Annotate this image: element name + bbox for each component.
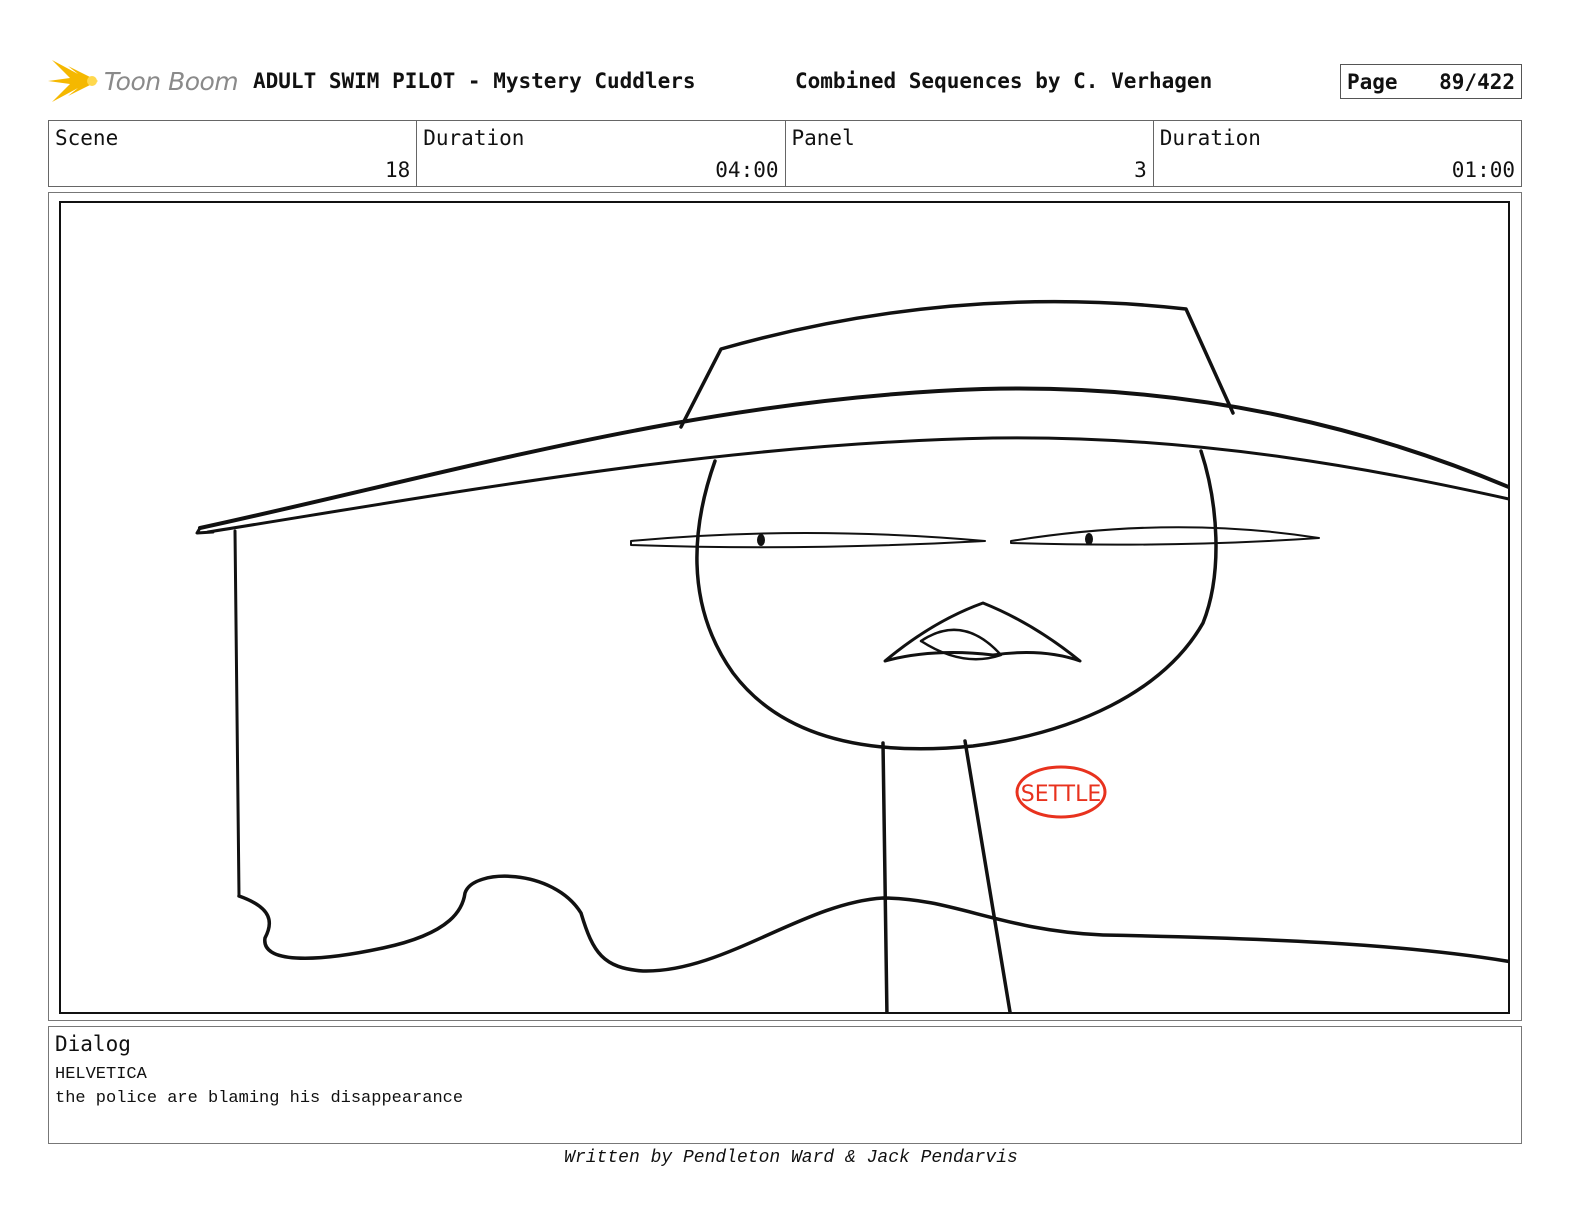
hat-brim-top: [198, 386, 1508, 530]
mouth-outer: [883, 601, 1082, 663]
sequence-credit: Combined Sequences by C. Verhagen: [795, 69, 1213, 93]
cape-bottom: [237, 874, 1508, 973]
page-indicator: Page 89/422: [1340, 64, 1522, 99]
settle-badge-text: SETTLE: [1021, 782, 1102, 807]
scene-duration-label: Duration: [423, 126, 525, 150]
left-eye: [630, 532, 986, 549]
page-value: 89/422: [1439, 69, 1515, 94]
neck-right: [963, 739, 1012, 1012]
panel-cell: Panel 3: [786, 121, 1154, 186]
dialog-box: Dialog HELVETICA the police are blaming …: [48, 1026, 1522, 1144]
page-label: Page: [1347, 69, 1398, 94]
panel-duration-cell: Duration 01:00: [1154, 121, 1521, 186]
right-pupil: [1085, 533, 1093, 545]
dialog-label: Dialog: [55, 1032, 131, 1056]
scene-cell: Scene 18: [49, 121, 418, 186]
storyboard-header: Toon Boom ADULT SWIM PILOT - Mystery Cud…: [48, 56, 1522, 106]
cape-left-edge: [233, 529, 241, 898]
head: [695, 449, 1218, 751]
panel-duration-label: Duration: [1159, 126, 1261, 150]
panel-duration-value: 01:00: [1451, 158, 1515, 182]
hat-brim-bottom: [206, 436, 1508, 534]
toon-boom-logo: Toon Boom: [48, 56, 243, 106]
settle-badge: SETTLE: [1015, 765, 1107, 819]
scene-info-table: Scene 18 Duration 04:00 Panel 3 Duration…: [48, 120, 1522, 187]
dialog-line: the police are blaming his disappearance: [55, 1089, 464, 1108]
panel-value: 3: [1134, 158, 1147, 182]
storyboard-panel-frame: SETTLE: [48, 192, 1522, 1021]
logo-text: Toon Boom: [104, 66, 239, 96]
scene-value: 18: [384, 158, 411, 182]
starburst-icon: [48, 60, 98, 102]
panel-label: Panel: [791, 126, 855, 150]
panel-drawing: SETTLE: [195, 299, 1508, 1012]
scene-duration-cell: Duration 04:00: [417, 121, 786, 186]
storyboard-panel: SETTLE: [59, 201, 1510, 1014]
left-pupil: [757, 534, 765, 546]
dialog-speaker: HELVETICA: [55, 1065, 147, 1084]
neck-left: [881, 741, 889, 1012]
writer-credit: Written by Pendleton Ward & Jack Pendarv…: [564, 1148, 1018, 1168]
production-title: ADULT SWIM PILOT - Mystery Cuddlers: [253, 69, 696, 93]
right-eye: [1010, 526, 1320, 546]
scene-duration-value: 04:00: [715, 158, 779, 182]
scene-label: Scene: [55, 126, 119, 150]
